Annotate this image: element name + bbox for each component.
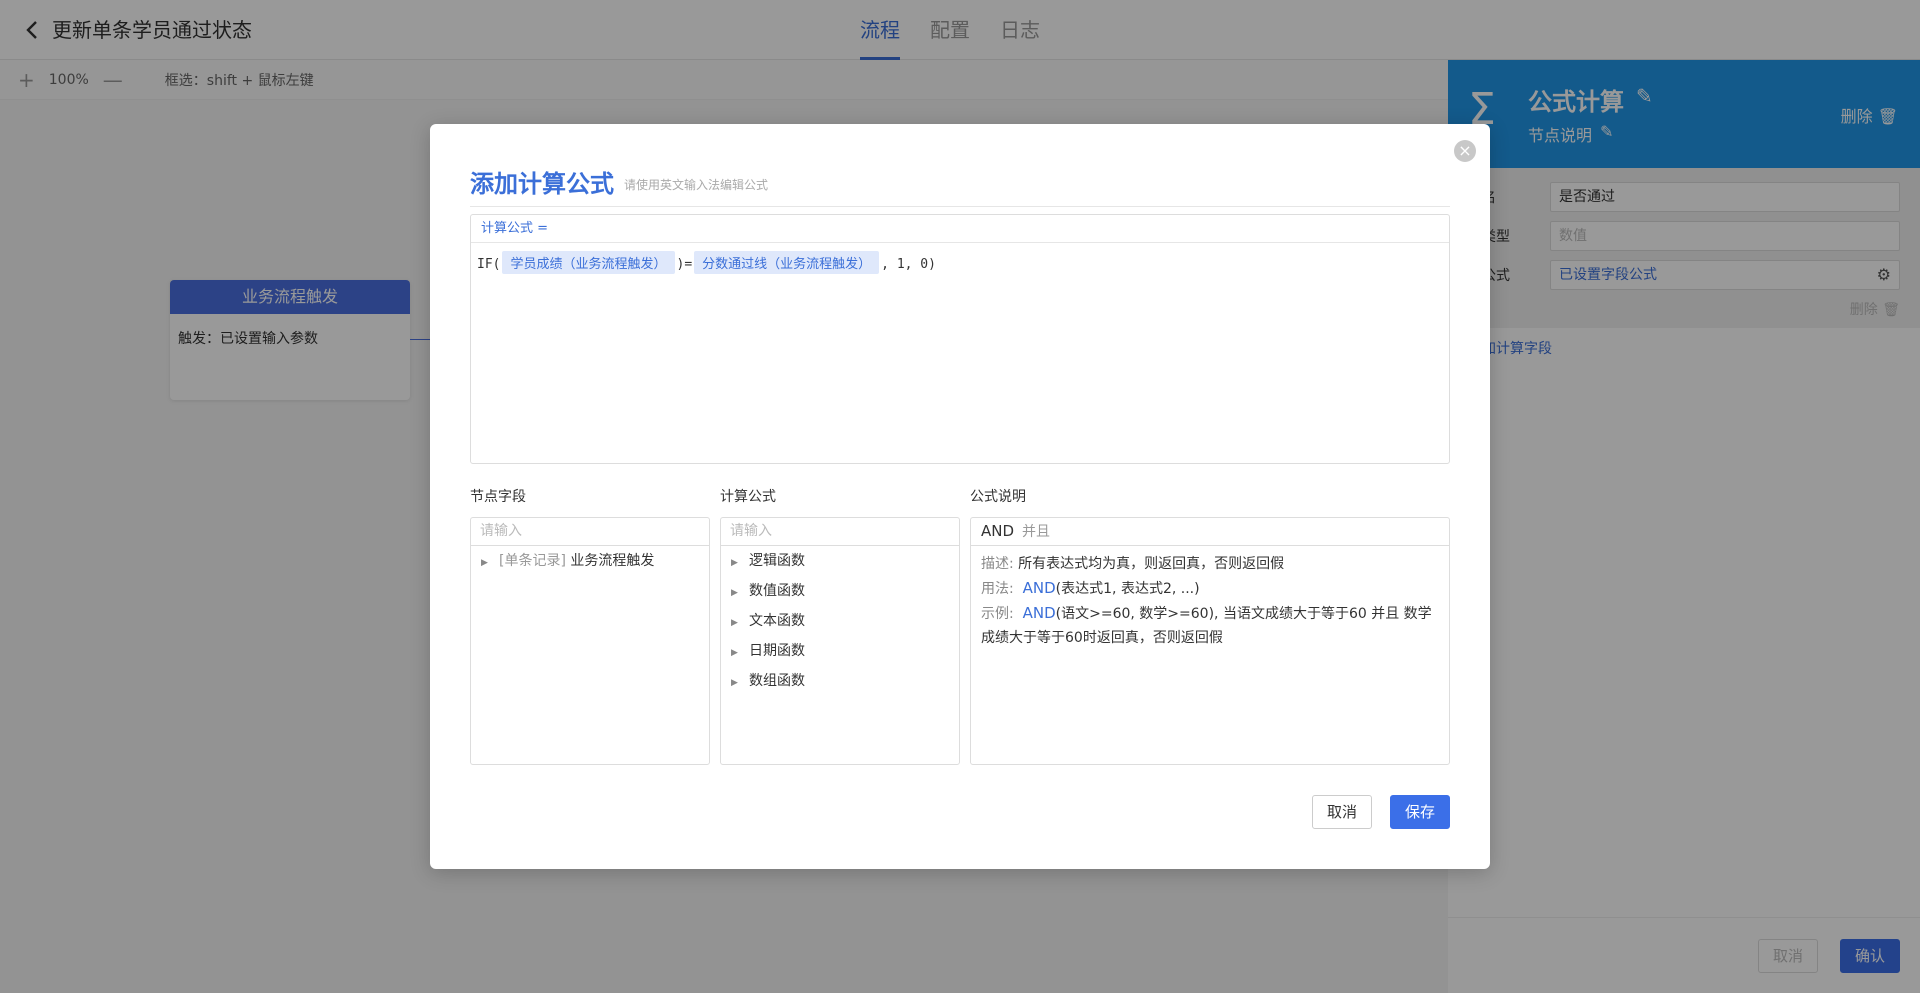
cancel-button[interactable]: 取消	[1311, 795, 1372, 829]
doc-key: 示例:	[981, 606, 1014, 622]
caret-right-icon: ▶	[731, 558, 738, 568]
tree-item-label: 数组函数	[749, 673, 805, 689]
doc-fn: AND	[1022, 604, 1056, 622]
fields-column-label: 节点字段	[470, 489, 526, 505]
caret-right-icon: ▶	[731, 648, 738, 658]
formulas-column: 请输入 ▶ 逻辑函数 ▶ 数值函数 ▶ 文本函数 ▶ 日期函数 ▶ 数组函数	[720, 517, 960, 765]
tree-item-tag: [单条记录]	[499, 553, 566, 569]
doc-fn: AND	[1022, 579, 1056, 597]
tree-item-label: 文本函数	[749, 613, 805, 629]
fields-search-input[interactable]: 请输入	[471, 518, 709, 546]
doc-example: 示例: AND(语文>=60, 数学>=60), 当语文成绩大于等于60 并且 …	[981, 601, 1439, 650]
doc-text: 所有表达式均为真，则返回真，否则返回假	[1018, 556, 1285, 572]
formula-operator: )=	[676, 257, 693, 272]
tree-item-label: 日期函数	[749, 643, 805, 659]
tree-item-label: 数值函数	[749, 583, 805, 599]
caret-right-icon: ▶	[481, 558, 488, 568]
dialog-title: 添加计算公式	[470, 170, 614, 198]
formula-prefix: IF(	[477, 257, 501, 272]
doc-key: 用法:	[981, 581, 1014, 597]
formula-field-chip[interactable]: 分数通过线（业务流程触发）	[694, 251, 880, 274]
formula-editor[interactable]: 计算公式 = IF(学员成绩（业务流程触发）)= 分数通过线（业务流程触发）, 1…	[470, 214, 1450, 464]
close-icon[interactable]: ×	[1454, 140, 1476, 162]
doc-header: AND 并且	[971, 518, 1449, 546]
doc-usage: 用法: AND(表达式1, 表达式2, ...)	[981, 576, 1439, 601]
caret-right-icon: ▶	[731, 678, 738, 688]
formulas-column-label: 计算公式	[720, 489, 776, 505]
formula-suffix: , 1, 0)	[881, 257, 936, 272]
formula-text[interactable]: IF(学员成绩（业务流程触发）)= 分数通过线（业务流程触发）, 1, 0)	[471, 243, 1449, 282]
tree-item-logic[interactable]: ▶ 逻辑函数	[721, 546, 959, 576]
doc-text: (表达式1, 表达式2, ...)	[1055, 581, 1200, 597]
doc-body: 描述: 所有表达式均为真，则返回真，否则返回假 用法: AND(表达式1, 表达…	[971, 546, 1449, 656]
divider	[470, 206, 1450, 207]
formulas-search-input[interactable]: 请输入	[721, 518, 959, 546]
tree-item-text[interactable]: ▶ 文本函数	[721, 606, 959, 636]
formula-dialog: × 添加计算公式 请使用英文输入法编辑公式 计算公式 = IF(学员成绩（业务流…	[430, 124, 1490, 869]
formula-field-chip[interactable]: 学员成绩（业务流程触发）	[502, 251, 675, 274]
tree-item-date[interactable]: ▶ 日期函数	[721, 636, 959, 666]
tree-item[interactable]: ▶ [单条记录] 业务流程触发	[471, 546, 709, 576]
tree-item-label: 逻辑函数	[749, 553, 805, 569]
doc-column-label: 公式说明	[970, 489, 1026, 505]
caret-right-icon: ▶	[731, 618, 738, 628]
tree-item-label: 业务流程触发	[570, 553, 655, 569]
doc-key: 描述:	[981, 556, 1014, 572]
doc-function-name: AND	[981, 522, 1015, 540]
save-button[interactable]: 保存	[1389, 795, 1450, 829]
caret-right-icon: ▶	[731, 588, 738, 598]
doc-column: AND 并且 描述: 所有表达式均为真，则返回真，否则返回假 用法: AND(表达…	[970, 517, 1450, 765]
doc-description: 描述: 所有表达式均为真，则返回真，否则返回假	[981, 552, 1439, 576]
dialog-hint: 请使用英文输入法编辑公式	[624, 178, 769, 192]
fields-column: 请输入 ▶ [单条记录] 业务流程触发	[470, 517, 710, 765]
editor-label: 计算公式 =	[471, 215, 1449, 243]
tree-item-numeric[interactable]: ▶ 数值函数	[721, 576, 959, 606]
tree-item-array[interactable]: ▶ 数组函数	[721, 666, 959, 696]
doc-function-alias: 并且	[1022, 524, 1051, 540]
